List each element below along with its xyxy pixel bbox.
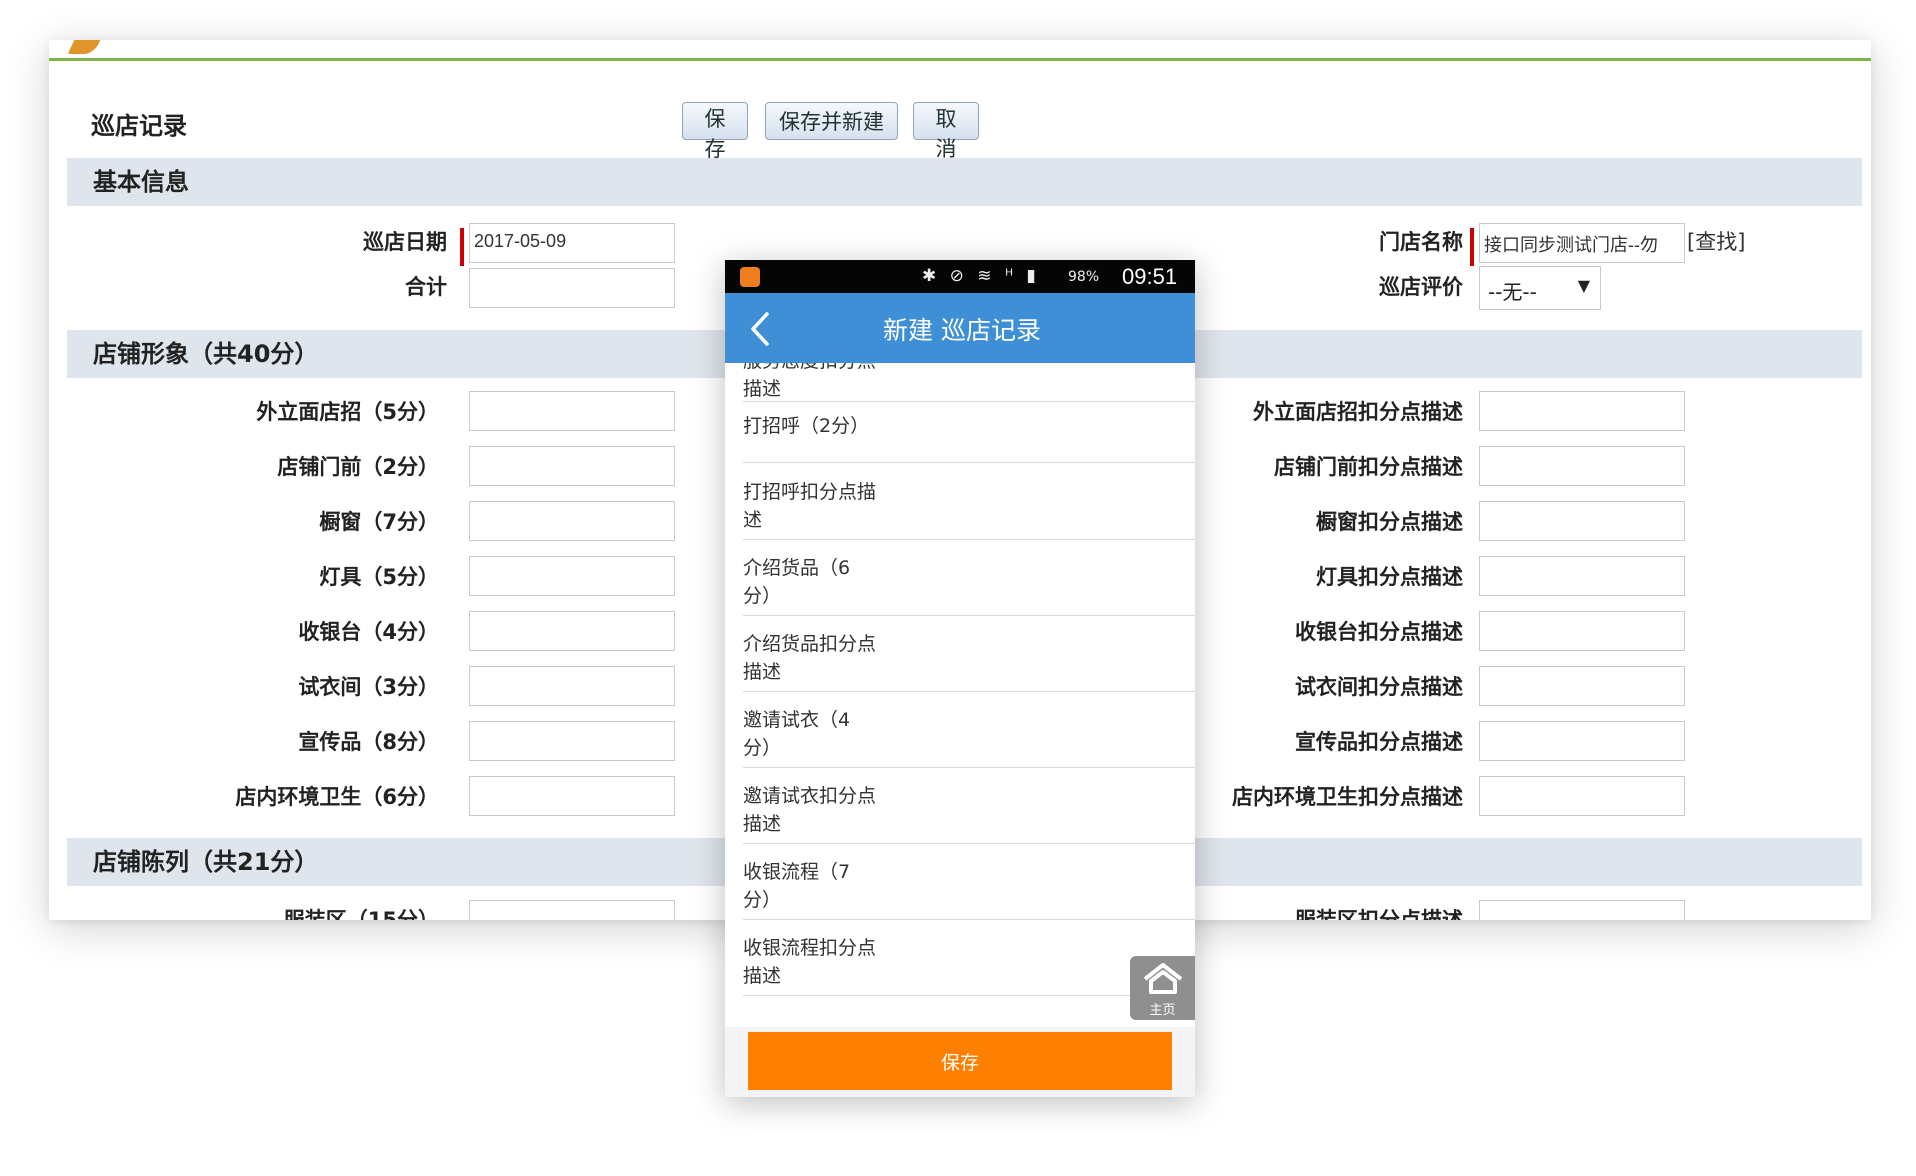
list-item-label: 邀请试衣（4 <box>743 709 851 731</box>
score-label: 收银台（4分） <box>298 620 439 644</box>
score-field[interactable] <box>469 391 675 431</box>
score-field[interactable] <box>469 446 675 486</box>
battery-level: 98% <box>1068 269 1100 285</box>
store-find-link[interactable]: [查找] <box>1687 226 1745 256</box>
top-strip <box>49 40 1871 58</box>
rating-select-value: --无-- <box>1488 280 1537 304</box>
list-item-label: 描述 <box>743 661 782 683</box>
total-label: 合计 <box>405 275 447 299</box>
score-label: 服装区（15分） <box>283 908 439 920</box>
save-and-new-button[interactable]: 保存并新建 <box>765 102 898 140</box>
date-field[interactable]: 2017-05-09 <box>469 223 675 263</box>
list-item-label: 打招呼扣分点描 <box>743 481 877 503</box>
deduction-label: 灯具扣分点描述 <box>1316 565 1463 589</box>
cancel-button[interactable]: 取消 <box>913 102 979 161</box>
home-button[interactable]: 主页 <box>1130 956 1195 1020</box>
list-item-label: 介绍货品扣分点 <box>743 633 877 655</box>
rating-label: 巡店评价 <box>1379 275 1463 299</box>
nav-bar: 新建 巡店记录 <box>725 293 1195 363</box>
deduction-label: 外立面店招扣分点描述 <box>1253 400 1463 424</box>
score-label: 试衣间（3分） <box>298 675 439 699</box>
deduction-label: 宣传品扣分点描述 <box>1295 730 1463 754</box>
deduction-field[interactable] <box>1479 776 1685 816</box>
deduction-label: 服装区扣分点描述 <box>1295 908 1463 920</box>
list-item-label: 服务态度扣分点 <box>743 363 893 375</box>
deduction-label: 收银台扣分点描述 <box>1295 620 1463 644</box>
deduction-label: 橱窗扣分点描述 <box>1316 510 1463 534</box>
score-label: 橱窗（7分） <box>319 510 439 534</box>
section-basic-info: 基本信息 <box>67 158 1862 206</box>
list-item-label: 描述 <box>743 813 782 835</box>
list-item[interactable]: 打招呼（2分） <box>743 408 1195 463</box>
list-item[interactable]: 邀请试衣（4 分） <box>743 706 1195 768</box>
deduction-field[interactable] <box>1479 721 1685 761</box>
list-item-label: 述 <box>743 509 763 531</box>
list-item[interactable]: 介绍货品（6 分） <box>743 554 1195 616</box>
score-field[interactable] <box>469 611 675 651</box>
deduction-field[interactable] <box>1479 446 1685 486</box>
score-field[interactable] <box>469 900 675 920</box>
mobile-save-button[interactable]: 保存 <box>748 1032 1172 1090</box>
dropdown-arrow-icon: ▼ <box>1577 276 1590 295</box>
list-item-label: 收银流程扣分点 <box>743 937 877 959</box>
total-field[interactable] <box>469 268 675 308</box>
home-icon <box>1143 963 1183 994</box>
list-item-label: 描述 <box>743 965 782 987</box>
status-time: 09:51 <box>1122 264 1178 289</box>
rating-select[interactable]: --无-- ▼ <box>1479 266 1601 310</box>
list-item[interactable]: 服务态度扣分点 描述 <box>743 363 1195 402</box>
date-label: 巡店日期 <box>363 230 447 254</box>
score-field[interactable] <box>469 776 675 816</box>
store-name-label: 门店名称 <box>1379 230 1463 254</box>
mobile-app-screen: ✱ ⊘ ≋ ᴴ ▮ 98% 09:51 新建 巡店记录 服务态度扣分点 描述 打… <box>725 260 1195 1097</box>
deduction-field[interactable] <box>1479 556 1685 596</box>
required-marker <box>1470 228 1474 266</box>
list-item-label: 分） <box>743 737 782 759</box>
deduction-field[interactable] <box>1479 666 1685 706</box>
list-item[interactable]: 收银流程扣分点 描述 <box>743 934 1195 996</box>
store-name-field[interactable]: 接口同步测试门店--勿 <box>1479 223 1685 263</box>
list-item[interactable]: 介绍货品扣分点 描述 <box>743 630 1195 692</box>
save-button[interactable]: 保存 <box>682 102 748 161</box>
list-item-label: 收银流程（7 <box>743 861 851 883</box>
nav-title: 新建 巡店记录 <box>883 316 1041 345</box>
deduction-field[interactable] <box>1479 391 1685 431</box>
list-item-label: 分） <box>743 889 782 911</box>
list-item-label: 描述 <box>743 378 782 400</box>
home-label: 主页 <box>1149 1003 1176 1018</box>
score-label: 灯具（5分） <box>319 565 439 589</box>
list-item[interactable]: 收银流程（7 分） <box>743 858 1195 920</box>
list-item[interactable]: 邀请试衣扣分点 描述 <box>743 782 1195 844</box>
list-item[interactable]: 打招呼扣分点描 述 <box>743 478 1195 540</box>
score-field[interactable] <box>469 556 675 596</box>
form-list: 服务态度扣分点 描述 打招呼（2分） 打招呼扣分点描 述 介绍货品（6 分） 介… <box>725 363 1195 1027</box>
score-label: 宣传品（8分） <box>298 730 439 754</box>
list-item-label: 介绍货品（6 <box>743 557 851 579</box>
deduction-label: 试衣间扣分点描述 <box>1295 675 1463 699</box>
app-notification-icon <box>740 267 760 287</box>
list-item-label: 分） <box>743 585 782 607</box>
list-item-label: 打招呼（2分） <box>743 415 870 437</box>
score-field[interactable] <box>469 501 675 541</box>
deduction-label: 店内环境卫生扣分点描述 <box>1232 785 1463 809</box>
required-marker <box>460 228 464 266</box>
status-icons: ✱ ⊘ ≋ ᴴ ▮ <box>922 266 1040 286</box>
deduction-label: 店铺门前扣分点描述 <box>1274 455 1463 479</box>
header-divider <box>49 58 1871 61</box>
page-title: 巡店记录 <box>91 112 187 140</box>
deduction-field[interactable] <box>1479 900 1685 920</box>
score-field[interactable] <box>469 666 675 706</box>
list-item-label: 邀请试衣扣分点 <box>743 785 877 807</box>
deduction-field[interactable] <box>1479 611 1685 651</box>
score-field[interactable] <box>469 721 675 761</box>
score-label: 外立面店招（5分） <box>256 400 439 424</box>
deduction-field[interactable] <box>1479 501 1685 541</box>
score-label: 店铺门前（2分） <box>277 455 439 479</box>
status-bar: ✱ ⊘ ≋ ᴴ ▮ 98% 09:51 <box>725 260 1195 293</box>
form-header: 巡店记录 保存 保存并新建 取消 <box>67 92 1862 161</box>
score-label: 店内环境卫生（6分） <box>235 785 439 809</box>
